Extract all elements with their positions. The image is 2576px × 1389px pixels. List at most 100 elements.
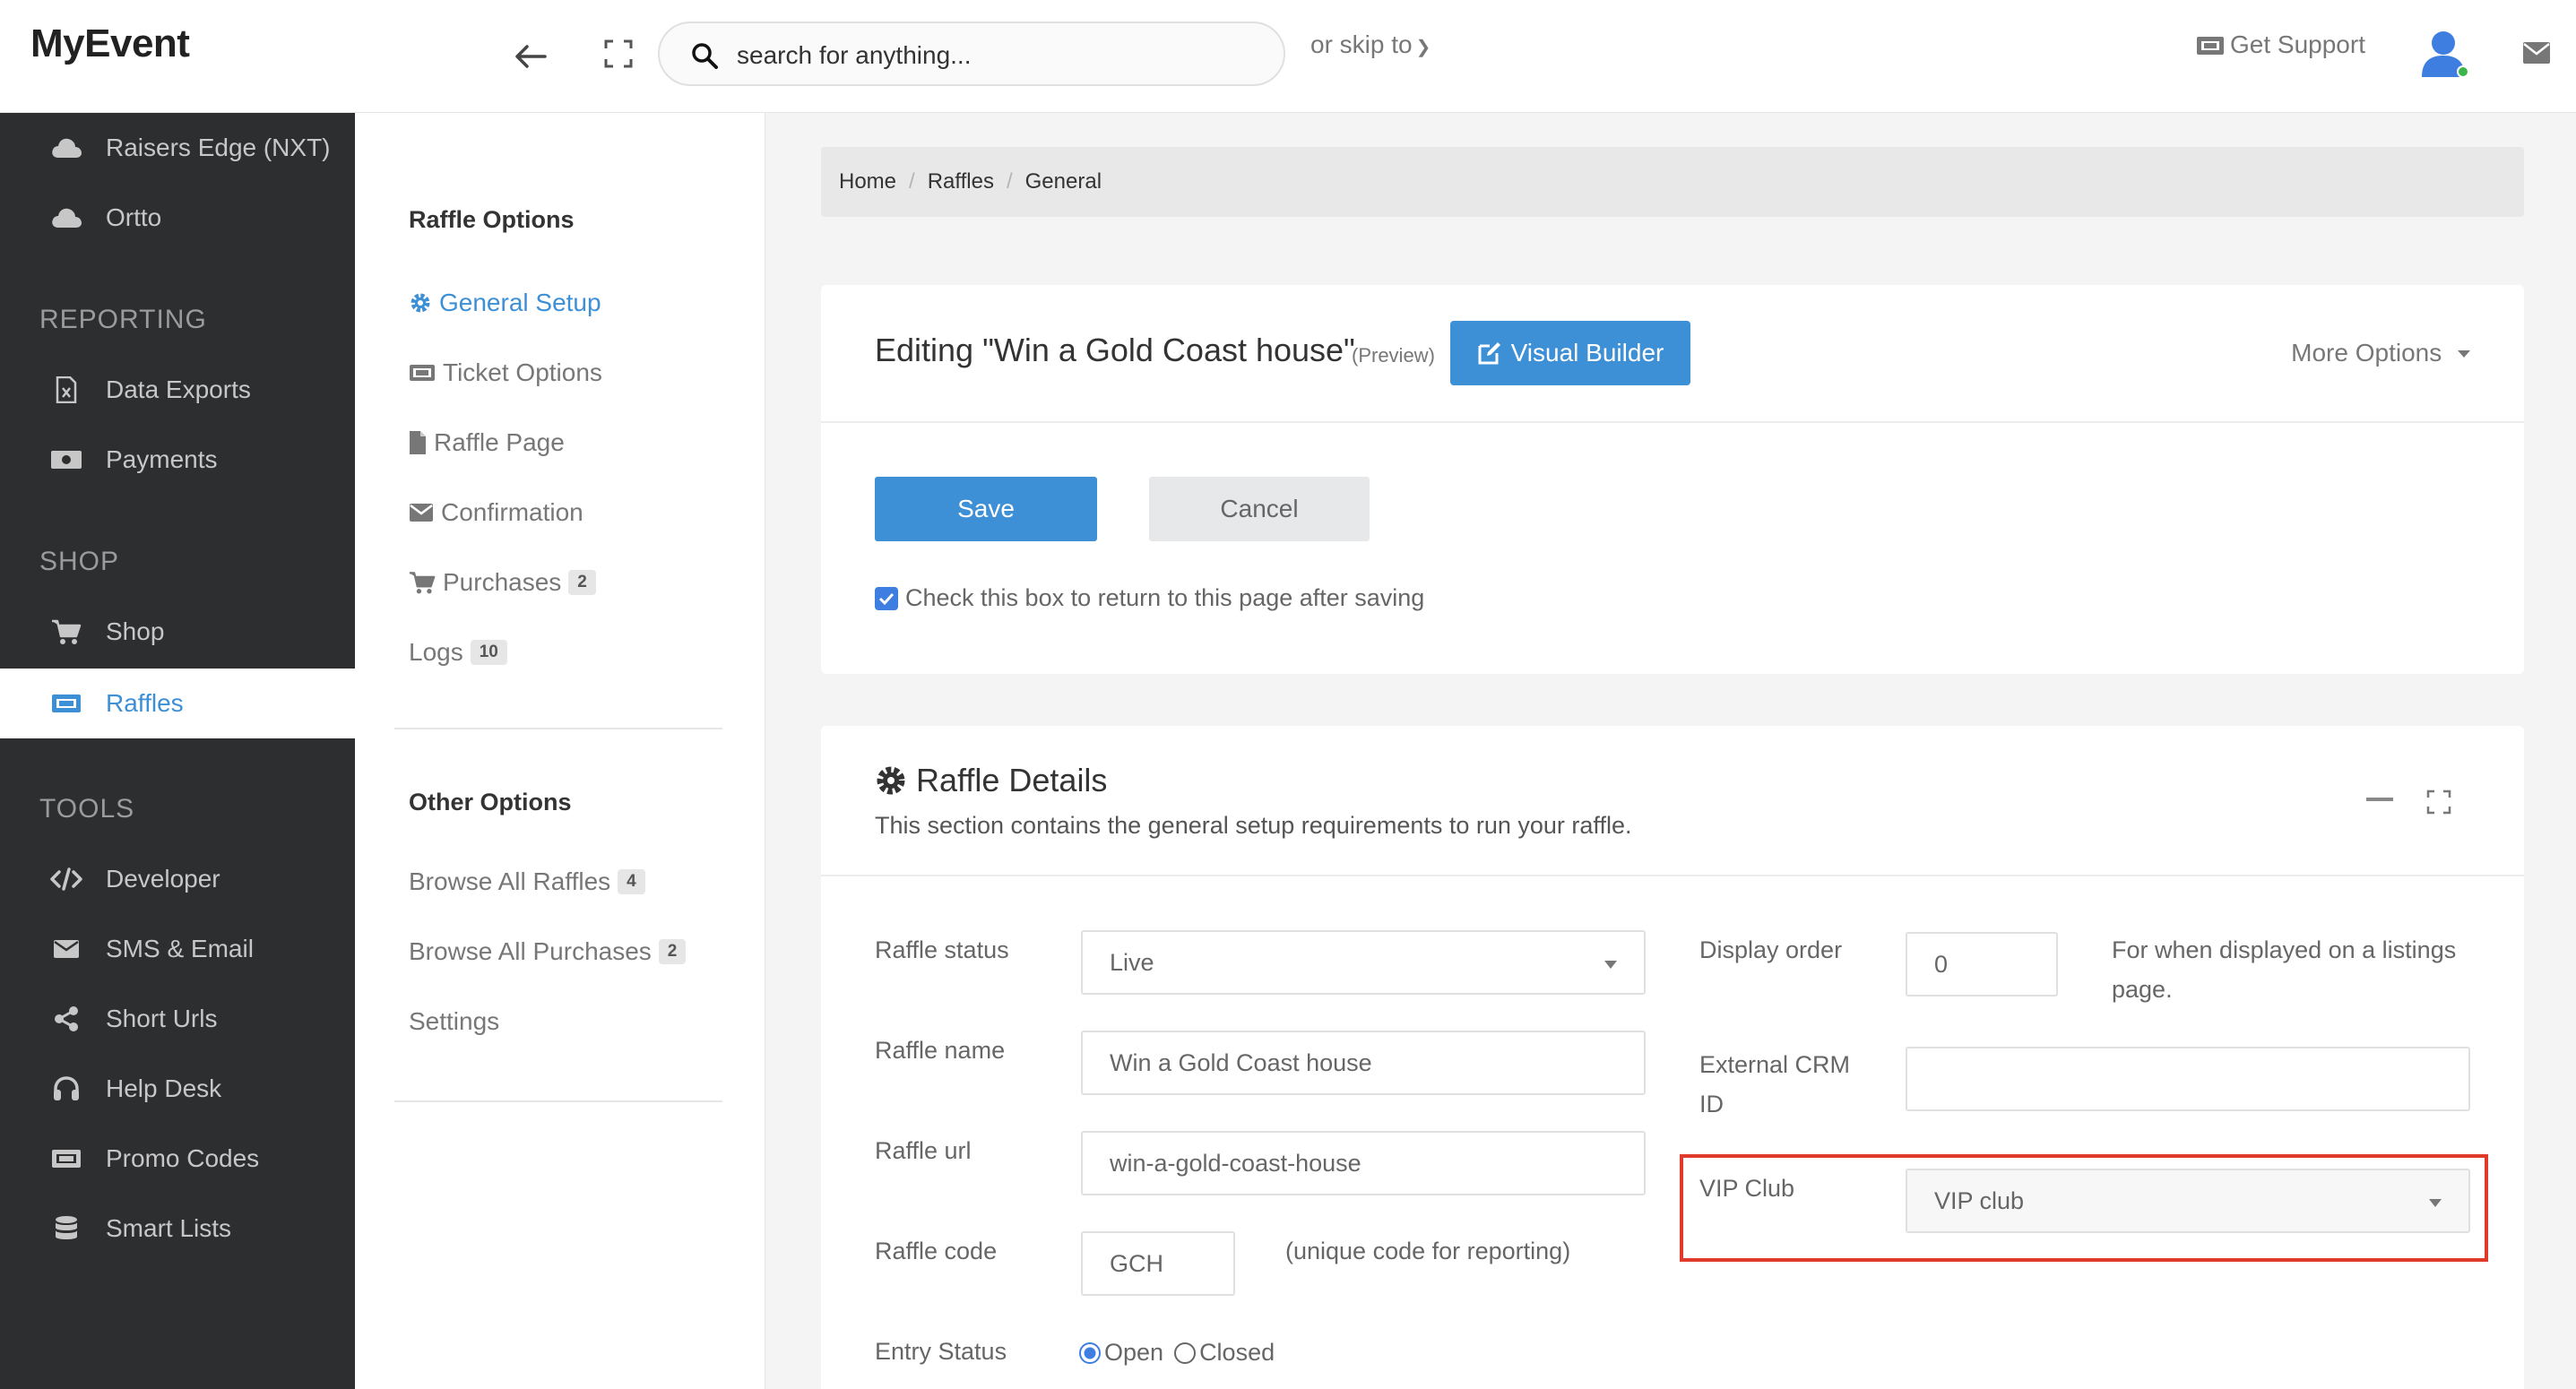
cart-icon (50, 616, 82, 648)
preview-link[interactable]: (Preview) (1352, 344, 1435, 367)
count-badge: 4 (618, 869, 645, 894)
radio-unselected-icon[interactable] (1174, 1342, 1197, 1364)
sidebar-item-label: Developer (106, 865, 220, 893)
raffle-status-select[interactable]: Live (1081, 930, 1646, 995)
nav-ticket-options[interactable]: Ticket Options (409, 358, 602, 387)
sidebar-item-help-desk[interactable]: Help Desk (0, 1054, 355, 1124)
raffle-url-input[interactable] (1081, 1131, 1646, 1195)
visual-builder-button[interactable]: Visual Builder (1450, 321, 1690, 385)
sidebar-item-label: Smart Lists (106, 1214, 232, 1242)
entry-closed-label: Closed (1199, 1339, 1275, 1366)
sidebar-item-data-exports[interactable]: Data Exports (0, 355, 355, 425)
chevron-down-icon: ❯ (1415, 38, 1431, 57)
breadcrumb: Home / Raffles / General (821, 147, 2524, 217)
nav-label: Raffle Page (434, 428, 565, 456)
visual-builder-label: Visual Builder (1510, 339, 1664, 367)
sidebar-item-promo-codes[interactable]: Promo Codes (0, 1124, 355, 1194)
nav-settings[interactable]: Settings (409, 1007, 499, 1036)
count-badge: 10 (470, 640, 507, 665)
raffle-status-value: Live (1110, 948, 1154, 976)
app-logo[interactable]: MyEvent (30, 22, 190, 66)
section-title: Raffle Details (875, 762, 1107, 799)
skip-to-label: or skip to (1310, 30, 1413, 58)
search-icon (692, 43, 718, 69)
caret-down-icon (2429, 1199, 2442, 1207)
display-order-input[interactable] (1906, 932, 2058, 996)
raffle-name-input[interactable] (1081, 1031, 1646, 1095)
sidebar-item-label: Data Exports (106, 375, 251, 403)
sidebar-item-ortto[interactable]: Ortto (0, 183, 355, 253)
arrow-left-icon[interactable] (509, 34, 554, 79)
vip-club-value: VIP club (1934, 1186, 2025, 1214)
breadcrumb-home[interactable]: Home (839, 169, 896, 194)
display-order-hint: For when displayed on a listings page. (2112, 936, 2457, 1003)
sidebar-item-label: Short Urls (106, 1005, 218, 1032)
sidebar-item-smart-lists[interactable]: Smart Lists (0, 1194, 355, 1264)
get-support-link[interactable]: Get Support (2196, 30, 2365, 59)
sidebar-heading-tools: TOOLS (39, 794, 135, 824)
raffle-code-input[interactable] (1081, 1231, 1235, 1296)
nav-logs[interactable]: Logs 10 (409, 638, 507, 667)
headset-icon (50, 1073, 82, 1105)
cloud-icon (50, 202, 82, 234)
sidebar-item-raffles[interactable]: Raffles (0, 669, 355, 738)
sidebar-item-label: Help Desk (106, 1074, 222, 1102)
sidebar-item-shop[interactable]: Shop (0, 597, 355, 667)
nav-label: Purchases (443, 568, 562, 596)
ticket-icon (410, 365, 435, 381)
raffle-code-label: Raffle code (875, 1238, 998, 1264)
more-options-label: More Options (2291, 339, 2442, 367)
edit-icon (1478, 342, 1500, 365)
nav-raffle-page[interactable]: Raffle Page (409, 428, 565, 457)
more-options-dropdown[interactable]: More Options (2291, 339, 2470, 367)
nav-label: Browse All Raffles (409, 867, 611, 895)
sidebar-item-payments[interactable]: Payments (0, 425, 355, 495)
sidebar-item-developer[interactable]: Developer (0, 844, 355, 914)
nav-confirmation[interactable]: Confirmation (409, 498, 583, 527)
checkbox-checked-icon[interactable] (875, 586, 898, 610)
expand-icon[interactable] (602, 38, 635, 70)
entry-status-open-option[interactable]: Open (1079, 1339, 1163, 1367)
nav-browse-all-raffles[interactable]: Browse All Raffles 4 (409, 867, 645, 896)
ticket-icon (50, 1143, 82, 1175)
nav-browse-all-purchases[interactable]: Browse All Purchases 2 (409, 937, 687, 966)
sidebar-item-raisers-edge[interactable]: Raisers Edge (NXT) (0, 113, 355, 183)
cancel-button[interactable]: Cancel (1149, 477, 1370, 541)
external-crm-id-input[interactable] (1906, 1047, 2470, 1111)
editing-card: Editing "Win a Gold Coast house" (Previe… (821, 285, 2524, 674)
save-button[interactable]: Save (875, 477, 1097, 541)
minimize-icon[interactable] (2366, 798, 2393, 801)
radio-selected-icon[interactable] (1079, 1342, 1101, 1364)
nav-general-setup[interactable]: General Setup (409, 289, 601, 317)
user-avatar-icon[interactable] (2416, 25, 2474, 82)
search-input[interactable] (737, 36, 1257, 75)
get-support-label: Get Support (2230, 30, 2365, 58)
raffle-url-label: Raffle url (875, 1137, 972, 1164)
section-title-label: Raffle Details (916, 762, 1108, 798)
nav-purchases[interactable]: Purchases 2 (409, 568, 596, 597)
file-icon (410, 431, 426, 454)
entry-status-closed-option[interactable]: Closed (1174, 1339, 1275, 1367)
database-icon (50, 1212, 82, 1245)
nav-label: General Setup (439, 289, 601, 316)
sidebar-item-sms-email[interactable]: SMS & Email (0, 914, 355, 984)
sidebar-item-label: Shop (106, 617, 165, 645)
caret-down-icon (1604, 961, 1617, 969)
vip-club-label: VIP Club (1699, 1175, 1795, 1202)
return-after-save-checkbox[interactable]: Check this box to return to this page af… (875, 584, 1424, 612)
skip-to-dropdown[interactable]: or skip to ❯ (1310, 30, 1431, 59)
envelope-icon[interactable] (2522, 41, 2551, 65)
fullscreen-icon[interactable] (2425, 789, 2452, 815)
count-badge: 2 (658, 939, 687, 964)
sidebar-item-short-urls[interactable]: Short Urls (0, 984, 355, 1054)
entry-open-label: Open (1104, 1339, 1164, 1366)
vip-club-select[interactable]: VIP club (1906, 1169, 2470, 1233)
code-icon (50, 863, 82, 895)
sidebar-item-label: Payments (106, 445, 218, 473)
sidebar-heading-shop: SHOP (39, 547, 120, 576)
page-title: Editing "Win a Gold Coast house" (875, 332, 1355, 368)
sidebar-item-label: Raisers Edge (NXT) (106, 134, 331, 161)
nav-label: Confirmation (441, 498, 583, 526)
nav-divider (394, 728, 722, 729)
breadcrumb-raffles[interactable]: Raffles (928, 169, 994, 194)
